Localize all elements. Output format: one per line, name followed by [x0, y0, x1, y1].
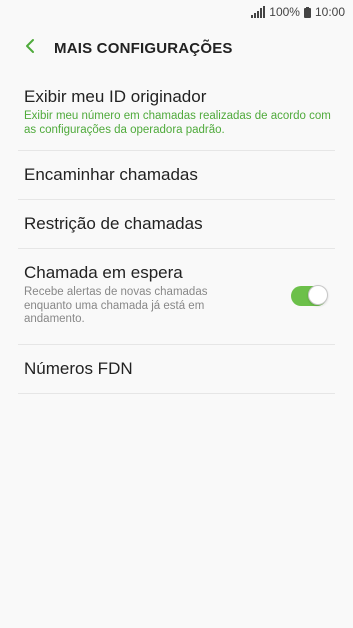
- setting-description: Recebe alertas de novas chamadas enquant…: [24, 286, 208, 325]
- battery-icon: [303, 6, 311, 18]
- app-bar: MAIS CONFIGURAÇÕES: [0, 28, 353, 68]
- setting-title: Restrição de chamadas: [24, 214, 203, 233]
- back-button[interactable]: [10, 28, 50, 68]
- chevron-left-icon: [24, 38, 36, 59]
- setting-call-barring[interactable]: Restrição de chamadas: [18, 200, 335, 249]
- clock: 10:00: [314, 5, 345, 19]
- signal-icon: [251, 6, 266, 18]
- setting-caller-id[interactable]: Exibir meu ID originador Exibir meu núme…: [18, 74, 335, 151]
- call-waiting-toggle[interactable]: [291, 285, 328, 306]
- setting-call-forwarding[interactable]: Encaminhar chamadas: [18, 151, 335, 200]
- settings-list: Exibir meu ID originador Exibir meu núme…: [18, 74, 335, 394]
- battery-percentage: 100%: [269, 5, 300, 19]
- setting-description: Exibir meu número em chamadas realizadas…: [24, 110, 331, 136]
- setting-title: Encaminhar chamadas: [24, 165, 198, 184]
- toggle-knob: [308, 285, 328, 305]
- status-bar: 100% 10:00: [0, 0, 353, 24]
- setting-call-waiting[interactable]: Chamada em espera Recebe alertas de nova…: [18, 249, 335, 345]
- setting-title: Números FDN: [24, 359, 133, 378]
- setting-title: Exibir meu ID originador: [24, 87, 207, 106]
- setting-fdn-numbers[interactable]: Números FDN: [18, 345, 335, 394]
- setting-title: Chamada em espera: [24, 263, 183, 282]
- page-title: MAIS CONFIGURAÇÕES: [54, 39, 233, 57]
